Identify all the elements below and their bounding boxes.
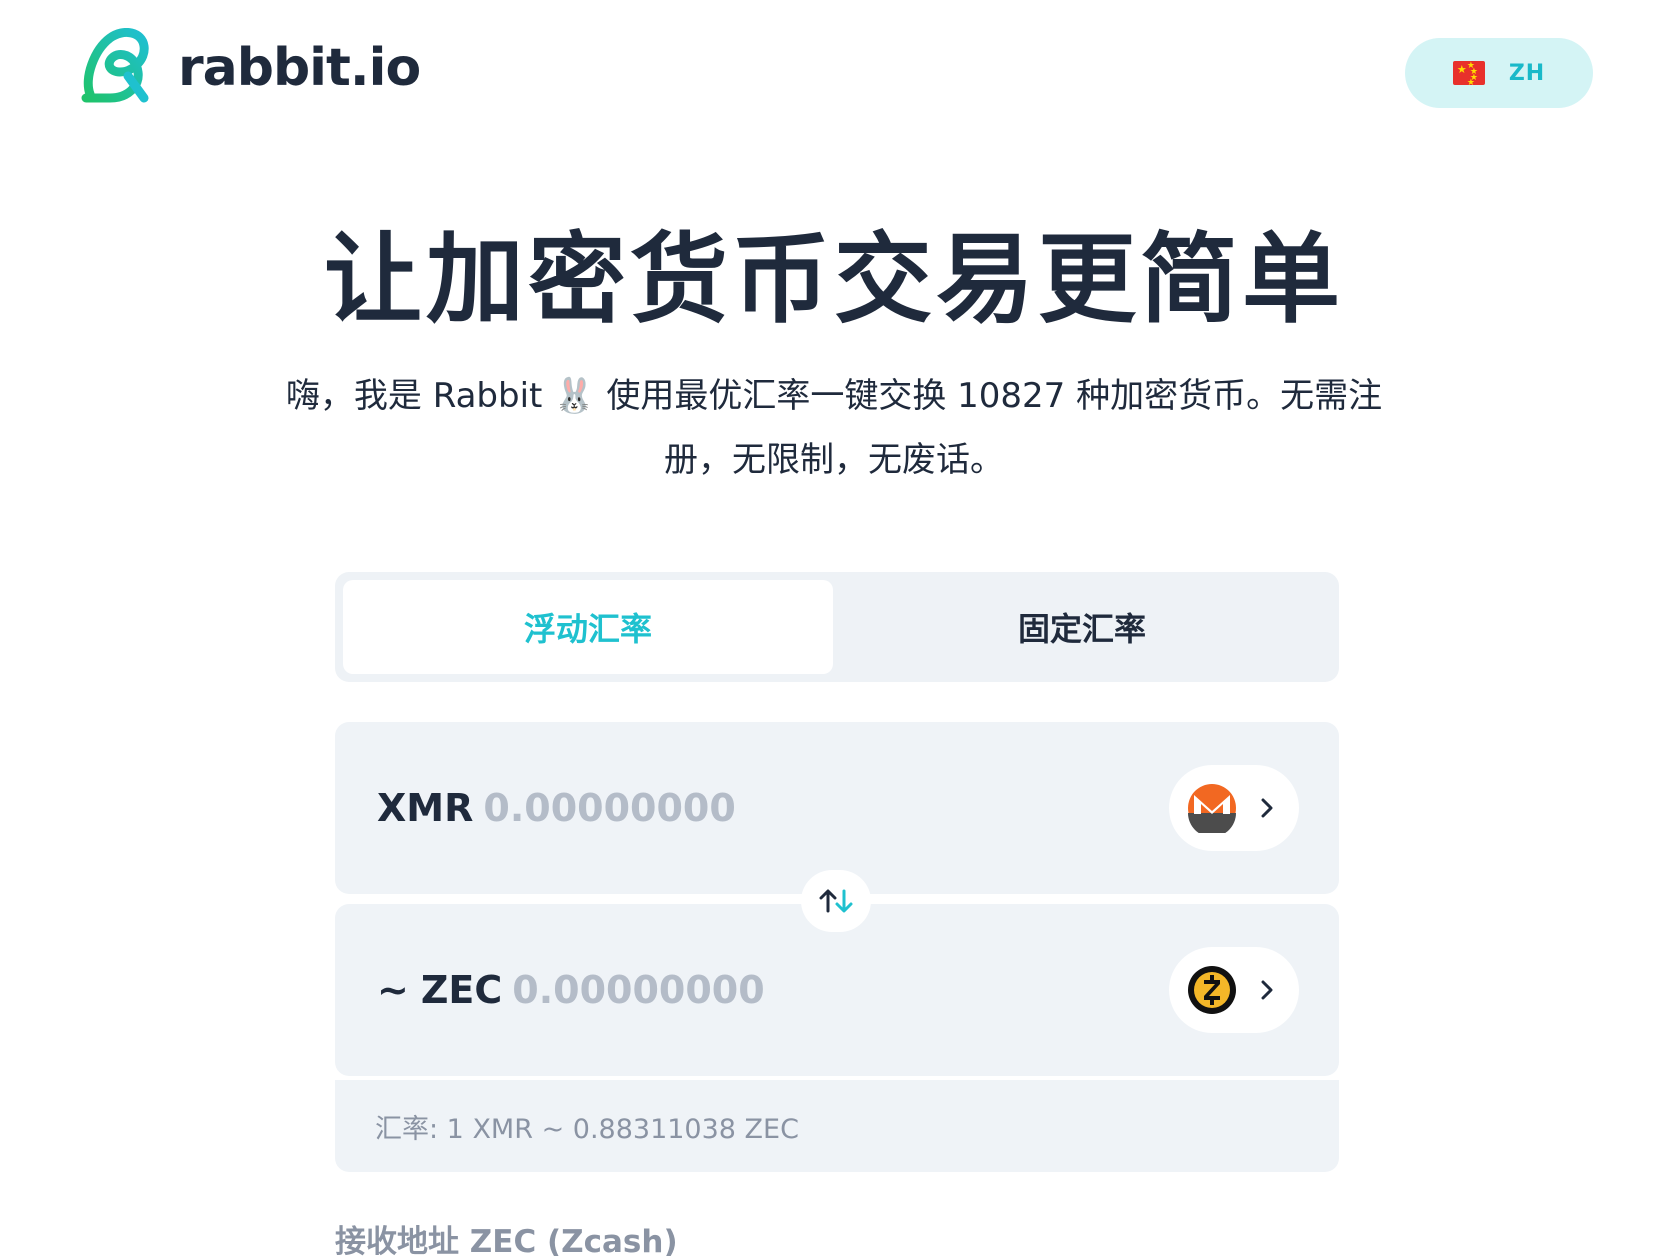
- logo-text: rabbit.io: [178, 38, 421, 98]
- logo[interactable]: rabbit.io: [80, 28, 421, 108]
- receive-amount-input[interactable]: [512, 968, 913, 1012]
- page-title: 让加密货币交易更简单: [323, 223, 1344, 337]
- zcash-icon: [1188, 966, 1236, 1014]
- tab-floating-rate[interactable]: 浮动汇率: [343, 580, 833, 674]
- language-code: ZH: [1508, 60, 1546, 86]
- chevron-right-icon: [1261, 980, 1273, 1000]
- receive-ticker: ZEC: [420, 968, 503, 1012]
- rabbit-logo-icon: [81, 28, 149, 103]
- language-selector-button[interactable]: ★ ★ ★ ★ ★ ZH: [1405, 38, 1593, 108]
- china-flag-icon: ★ ★ ★ ★ ★: [1452, 61, 1485, 88]
- exchange-rate-panel: 汇率: 1 XMR ~ 0.88311038 ZEC: [335, 1080, 1339, 1172]
- send-amount-row: XMR: [377, 722, 884, 894]
- chevron-right-icon: [1261, 798, 1273, 818]
- monero-icon: [1188, 784, 1236, 833]
- send-amount-panel: XMR: [335, 722, 1339, 894]
- send-coin-selector[interactable]: [1169, 765, 1299, 851]
- swap-arrows-icon: [819, 889, 853, 913]
- exchange-rate-text: 汇率: 1 XMR ~ 0.88311038 ZEC: [375, 1113, 799, 1145]
- receive-address-label: 接收地址 ZEC (Zcash): [335, 1224, 678, 1256]
- receive-approx-sign: ~: [377, 968, 409, 1012]
- swap-currencies-button[interactable]: [801, 870, 871, 932]
- page-subtitle: 嗨，我是 Rabbit 🐰 使用最优汇率一键交换 10827 种加密货币。无需注…: [285, 376, 1383, 480]
- tab-fixed-rate[interactable]: 固定汇率: [837, 580, 1327, 674]
- rate-type-tabs: 浮动汇率 固定汇率: [335, 572, 1339, 682]
- header: rabbit.io ★ ★ ★ ★ ★ ZH: [0, 0, 1668, 140]
- send-ticker: XMR: [377, 786, 474, 830]
- send-amount-input[interactable]: [483, 786, 884, 830]
- receive-coin-selector[interactable]: [1169, 947, 1299, 1033]
